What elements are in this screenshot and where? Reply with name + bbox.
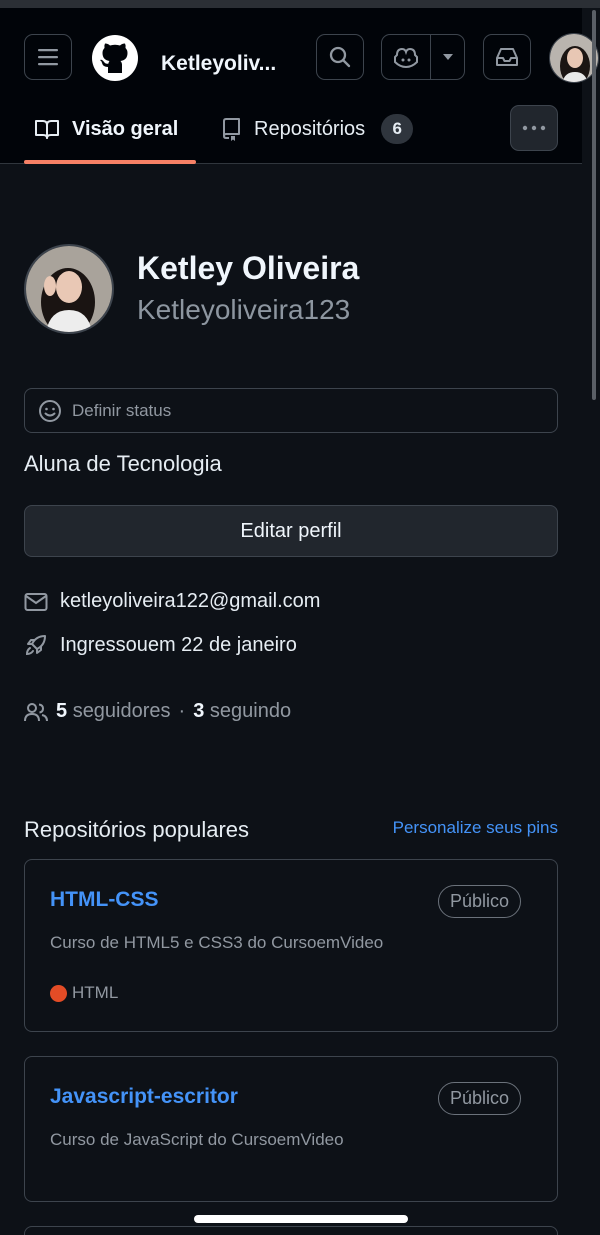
repo-card: Javascript-escritor Público Curso de Jav… xyxy=(24,1056,558,1202)
profile-email-text[interactable]: ketleyoliveira122@gmail.com xyxy=(60,590,320,613)
profile-photo xyxy=(26,246,112,332)
github-logo-icon[interactable] xyxy=(91,34,139,82)
followers-link[interactable]: 5 seguidores xyxy=(56,700,171,723)
set-status-label: Definir status xyxy=(72,400,172,420)
tab-overview-label: Visão geral xyxy=(72,117,179,140)
rocket-icon xyxy=(25,635,46,656)
following-count: 3 xyxy=(193,700,205,722)
popular-repos-heading: Repositórios populares xyxy=(24,817,250,842)
following-link[interactable]: 3 seguindo xyxy=(193,700,291,723)
home-indicator[interactable] xyxy=(194,1215,408,1223)
edit-profile-button[interactable]: Editar perfil xyxy=(24,505,558,557)
followers-label: seguidores xyxy=(72,700,171,722)
repo-card: HTML-CSS Público Curso de HTML5 e CSS3 d… xyxy=(24,859,558,1032)
more-tabs-button[interactable] xyxy=(510,105,558,151)
profile-joined: Ingressouem 22 de janeiro xyxy=(24,633,297,657)
set-status-button[interactable]: Definir status xyxy=(24,388,558,433)
people-icon xyxy=(24,702,48,721)
followers-count: 5 xyxy=(56,700,68,722)
profile-bio: Aluna de Tecnologia xyxy=(24,451,222,476)
book-icon xyxy=(35,120,59,139)
repo-icon xyxy=(223,118,240,141)
header-username: Ketleyoliv... xyxy=(161,52,277,75)
smiley-icon xyxy=(39,399,61,422)
follow-separator: · xyxy=(178,700,186,722)
repo-description: Curso de JavaScript do CursoemVideo xyxy=(50,1130,344,1149)
mail-icon xyxy=(24,592,48,611)
tab-repositories-label: Repositórios xyxy=(254,117,366,140)
inbox-icon xyxy=(496,48,518,66)
kebab-horizontal-icon xyxy=(522,125,546,131)
repositories-counter: 6 xyxy=(381,114,414,144)
search-icon xyxy=(329,46,351,68)
triangle-down-icon xyxy=(443,54,453,60)
profile-avatar[interactable] xyxy=(24,244,114,334)
visibility-badge: Público xyxy=(437,885,521,918)
profile-follow[interactable]: 5 seguidores · 3 seguindo xyxy=(24,700,291,723)
profile-login: Ketleyoliveira123 xyxy=(137,294,351,325)
repo-description: Curso de HTML5 e CSS3 do CursoemVideo xyxy=(50,933,384,952)
app-header: Ketleyoliv... Visão geral Repositórios 6 xyxy=(0,8,599,164)
scrollbar[interactable] xyxy=(592,10,596,400)
copilot-dropdown[interactable] xyxy=(431,35,465,79)
profile-joined-text: Ingressouem 22 de janeiro xyxy=(60,633,297,656)
copilot-button[interactable] xyxy=(381,34,465,80)
following-label: seguindo xyxy=(209,700,292,722)
repo-language: HTML xyxy=(50,983,118,1003)
profile-name: Ketley Oliveira xyxy=(137,250,360,286)
hamburger-icon xyxy=(38,49,58,66)
language-color-dot xyxy=(50,984,67,1002)
copilot-icon xyxy=(394,47,418,68)
inbox-button[interactable] xyxy=(483,34,531,80)
repo-name-link[interactable]: HTML-CSS xyxy=(50,888,159,912)
search-button[interactable] xyxy=(316,34,364,80)
repo-language-label: HTML xyxy=(72,983,119,1002)
tab-active-indicator xyxy=(24,160,196,164)
visibility-badge: Público xyxy=(437,1082,521,1115)
menu-button[interactable] xyxy=(24,34,72,80)
profile-email[interactable]: ketleyoliveira122@gmail.com xyxy=(24,590,320,613)
tab-repositories[interactable]: Repositórios 6 xyxy=(220,108,414,150)
repo-card-partial xyxy=(24,1226,558,1235)
top-strip xyxy=(0,0,600,8)
customize-pins-link[interactable]: Personalize seus pins xyxy=(393,818,558,838)
tab-overview[interactable]: Visão geral xyxy=(34,108,178,150)
repo-name-link[interactable]: Javascript-escritor xyxy=(50,1085,238,1109)
